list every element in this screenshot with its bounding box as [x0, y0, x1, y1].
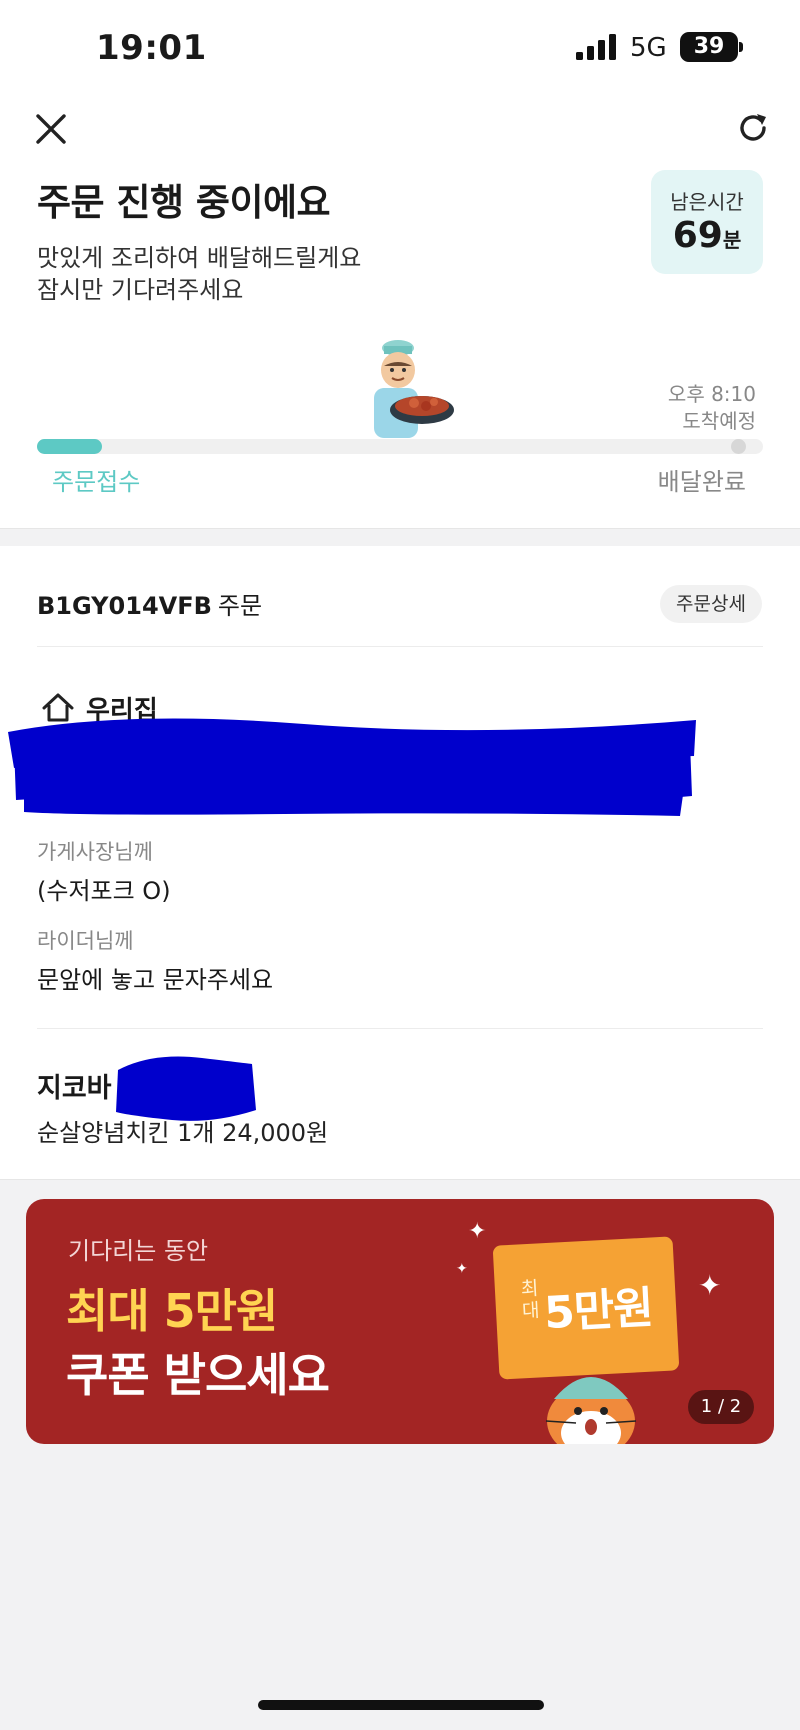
page-title: 주문 진행 중이에요 — [37, 181, 331, 224]
banner-page-indicator: 1 / 2 — [688, 1390, 754, 1424]
eta-label: 도착예정 — [682, 409, 756, 433]
rider-request-label: 라이더님께 — [37, 929, 134, 953]
order-status-screen: 19:01 5G 39 주문 진행 중이에요 맛있게 조리하여 배달해드릴게요 … — [0, 0, 800, 1730]
step-order-received: 주문접수 — [52, 468, 141, 496]
redaction-scribble — [8, 718, 696, 816]
order-detail-button[interactable]: 주문상세 — [660, 585, 762, 623]
divider — [37, 1028, 763, 1029]
progress-track — [37, 439, 763, 454]
close-icon[interactable] — [34, 112, 68, 146]
store-name: 지코바 — [37, 1073, 112, 1104]
network-label: 5G — [630, 33, 667, 63]
cat-mascot-illustration — [545, 1377, 637, 1444]
order-id-suffix: 주문 — [217, 592, 263, 620]
banner-line-3: 쿠폰 받으세요 — [66, 1348, 330, 1402]
home-indicator[interactable] — [258, 1700, 544, 1710]
signal-icon — [576, 34, 616, 60]
remaining-time-value: 69 — [672, 215, 723, 256]
order-number: B1GY014VFB 주문 — [37, 586, 262, 621]
owner-request-value: (수저포크 O) — [37, 877, 171, 905]
ticket-small-text: 최대 — [520, 1277, 541, 1323]
section-divider — [0, 528, 800, 546]
remaining-time-unit: 분 — [722, 228, 742, 252]
coupon-promo-banner[interactable]: 기다리는 동안 최대 5만원 쿠폰 받으세요 ✦ ✦ ✦ 최대 5만원 1 / … — [26, 1199, 774, 1444]
eta-time: 오후 8:10 — [667, 382, 756, 406]
subtitle-line-2: 잠시만 기다려주세요 — [37, 276, 244, 304]
battery-icon: 39 — [680, 32, 738, 62]
ticket-big-text: 5만원 — [542, 1282, 655, 1340]
refresh-icon[interactable] — [735, 110, 771, 146]
step-delivered: 배달완료 — [657, 468, 746, 496]
rider-request-value: 문앞에 놓고 문자주세요 — [37, 966, 274, 994]
order-item-line: 순살양념치킨 1개 24,000원 — [37, 1119, 329, 1147]
status-time: 19:01 — [96, 28, 207, 68]
sparkle-icon: ✦ — [468, 1219, 487, 1244]
progress-end-dot — [731, 439, 746, 454]
banner-line-2: 최대 5만원 — [66, 1284, 278, 1338]
subtitle-line-1: 맛있게 조리하여 배달해드릴게요 — [37, 244, 362, 272]
divider — [37, 646, 763, 647]
status-bar: 19:01 5G 39 — [0, 0, 800, 95]
progress-fill — [37, 439, 102, 454]
owner-request-label: 가게사장님께 — [37, 840, 153, 864]
battery-nub — [739, 42, 743, 52]
chef-illustration — [374, 340, 454, 438]
sparkle-icon: ✦ — [456, 1261, 468, 1277]
order-id-value: B1GY014VFB — [37, 592, 212, 620]
banner-line-1: 기다리는 동안 — [68, 1237, 209, 1265]
sparkle-icon: ✦ — [698, 1269, 722, 1302]
remaining-time-label: 남은시간 — [670, 190, 744, 214]
remaining-time-box: 남은시간 69분 — [651, 170, 763, 274]
